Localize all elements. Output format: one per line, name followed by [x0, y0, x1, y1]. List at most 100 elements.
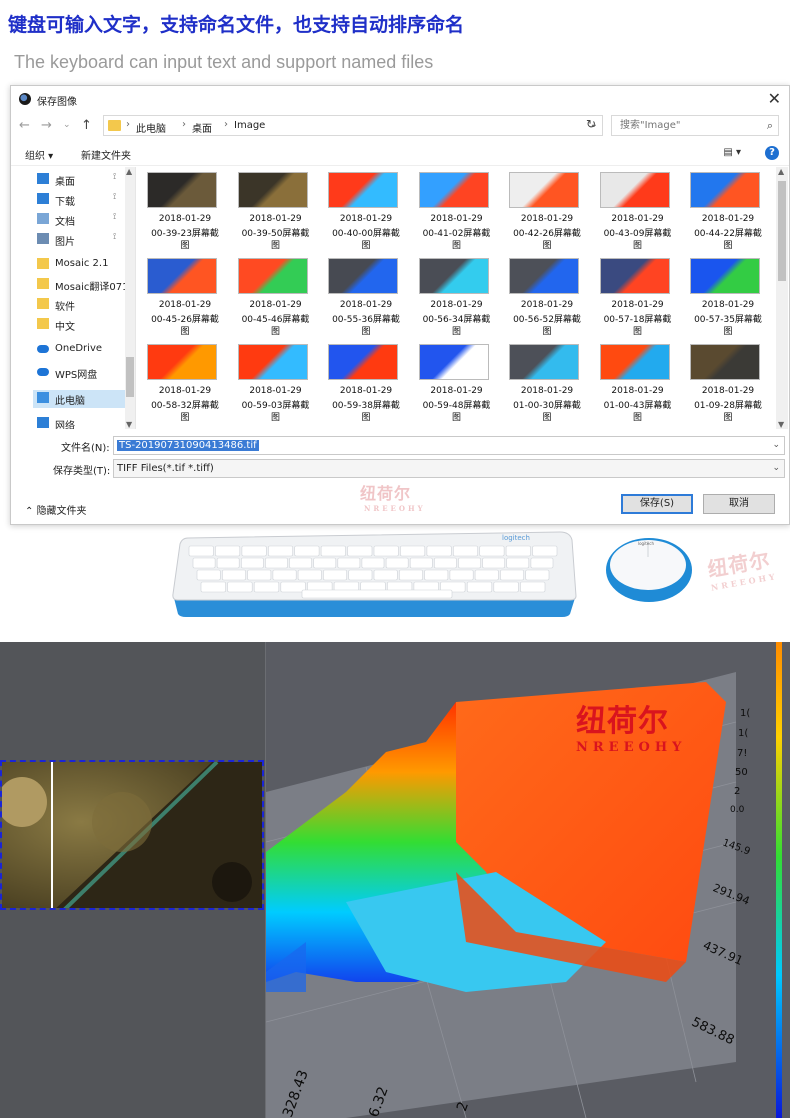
keyboard-key	[294, 545, 320, 557]
refresh-icon[interactable]: ↻	[586, 117, 596, 131]
history-chevron-icon[interactable]: ⌄	[63, 120, 71, 130]
sidebar-scroll-thumb[interactable]	[126, 357, 134, 397]
file-item[interactable]: 2018-01-29 00-45-26屏幕截图	[141, 256, 229, 342]
file-name-line: 图	[270, 241, 280, 251]
toolbar: 组织 ▾ 新建文件夹 ▤ ▾ ?	[11, 142, 789, 166]
breadcrumb-desktop[interactable]: 桌面	[192, 120, 212, 135]
keyboard-key	[399, 569, 423, 581]
filename-value[interactable]: TS-20190731090413486.tif	[117, 440, 259, 451]
chevron-down-icon[interactable]: ⌄	[772, 463, 780, 473]
microscope-image	[0, 760, 264, 910]
file-name-line: 图	[542, 327, 552, 337]
sidebar-item[interactable]: 软件	[33, 296, 133, 314]
organize-menu[interactable]: 组织 ▾	[25, 147, 53, 162]
new-folder-button[interactable]: 新建文件夹	[81, 147, 131, 162]
keyboard-key	[192, 557, 216, 569]
filetype-select[interactable]: TIFF Files(*.tif *.tiff) ⌄	[113, 459, 785, 478]
keyboard-key	[348, 569, 373, 581]
pin-icon[interactable]: ⟟	[113, 192, 116, 202]
file-item[interactable]: 2018-01-29 00-42-26屏幕截图	[503, 170, 591, 256]
file-item[interactable]: 2018-01-29 01-00-30屏幕截图	[503, 342, 591, 428]
breadcrumb-separator-icon: ›	[126, 119, 130, 130]
keyboard-key	[337, 557, 361, 569]
file-thumbnail	[147, 258, 217, 294]
keyboard-key	[409, 557, 433, 569]
sidebar-item[interactable]: 下载 ⟟	[33, 191, 133, 209]
search-input[interactable]	[612, 116, 752, 134]
file-item[interactable]: 2018-01-29 00-39-23屏幕截图	[141, 170, 229, 256]
keyboard-key	[506, 557, 530, 569]
sidebar-item[interactable]: Mosaic 2.1	[33, 256, 133, 274]
breadcrumb-this-pc[interactable]: 此电脑	[136, 120, 166, 135]
sidebar-item[interactable]: 网络	[33, 415, 133, 429]
file-item[interactable]: 2018-01-29 00-55-36屏幕截图	[322, 256, 410, 342]
hide-folders-toggle[interactable]: ⌃ 隐藏文件夹	[25, 502, 87, 517]
file-grid-scroll-thumb[interactable]	[778, 181, 786, 281]
close-icon[interactable]: ✕	[768, 89, 781, 108]
file-name-line: 图	[451, 413, 461, 423]
file-item[interactable]: 2018-01-29 00-58-32屏幕截图	[141, 342, 229, 428]
sidebar-item[interactable]: WPS网盘	[33, 364, 133, 382]
breadcrumb-image[interactable]: Image	[234, 120, 265, 131]
file-item[interactable]: 2018-01-29 00-44-22屏幕截图	[684, 170, 772, 256]
sidebar-item[interactable]: 此电脑	[33, 390, 133, 408]
scroll-up-icon[interactable]: ▲	[778, 167, 784, 176]
preview-panel	[0, 642, 266, 1118]
sidebar-scrollbar[interactable]: ▲ ▼	[125, 167, 135, 429]
file-item[interactable]: 2018-01-29 00-59-38屏幕截图	[322, 342, 410, 428]
file-item[interactable]: 2018-01-29 00-56-52屏幕截图	[503, 256, 591, 342]
file-item[interactable]: 2018-01-29 00-39-50屏幕截图	[232, 170, 320, 256]
keyboard-key	[216, 557, 240, 569]
network-icon	[37, 417, 49, 428]
file-item[interactable]: 2018-01-29 00-57-18屏幕截图	[594, 256, 682, 342]
folder-icon	[108, 120, 121, 131]
pin-icon[interactable]: ⟟	[113, 232, 116, 242]
scroll-up-icon[interactable]: ▲	[126, 167, 132, 176]
sidebar-item[interactable]: 文档 ⟟	[33, 211, 133, 229]
scroll-down-icon[interactable]: ▼	[126, 420, 132, 429]
file-item[interactable]: 2018-01-29 00-41-02屏幕截图	[413, 170, 501, 256]
search-icon[interactable]: ⌕	[767, 119, 773, 133]
file-item[interactable]: 2018-01-29 00-40-00屏幕截图	[322, 170, 410, 256]
file-item[interactable]: 2018-01-29 00-59-03屏幕截图	[232, 342, 320, 428]
cancel-button[interactable]: 取消	[703, 494, 775, 514]
filename-label: 文件名(N):	[61, 443, 110, 454]
view-options-icon[interactable]: ▤ ▾	[723, 147, 741, 158]
file-item[interactable]: 2018-01-29 00-57-35屏幕截图	[684, 256, 772, 342]
filename-field[interactable]: TS-20190731090413486.tif ⌄	[113, 436, 785, 455]
file-name-line: 图	[723, 241, 733, 251]
picture-icon	[37, 233, 49, 244]
file-item[interactable]: 2018-01-29 01-00-43屏幕截图	[594, 342, 682, 428]
help-icon[interactable]: ?	[765, 146, 779, 160]
file-name-line: 2018-01-29	[158, 386, 212, 396]
sidebar-item[interactable]: OneDrive	[33, 341, 133, 359]
up-arrow-icon[interactable]: ↑	[81, 118, 92, 133]
file-name-line: 图	[361, 413, 371, 423]
back-arrow-icon[interactable]: ←	[19, 118, 30, 133]
sidebar-item[interactable]: 桌面 ⟟	[33, 171, 133, 189]
file-thumbnail	[418, 258, 489, 294]
file-thumbnail	[147, 172, 217, 208]
pin-icon[interactable]: ⟟	[113, 172, 116, 182]
address-bar[interactable]: › 此电脑 › 桌面 › Image ⌄	[103, 115, 603, 136]
pin-icon[interactable]: ⟟	[113, 212, 116, 222]
filetype-row: 保存类型(T): TIFF Files(*.tif *.tiff) ⌄	[11, 459, 789, 479]
search-box[interactable]: ⌕	[611, 115, 779, 136]
sidebar-item[interactable]: 图片 ⟟	[33, 231, 133, 249]
filetype-value: TIFF Files(*.tif *.tiff)	[117, 463, 214, 474]
forward-arrow-icon[interactable]: →	[41, 118, 52, 133]
save-button[interactable]: 保存(S)	[621, 494, 693, 514]
file-name-line: 2018-01-29	[430, 214, 483, 224]
file-grid-scrollbar[interactable]: ▲ ▼	[776, 167, 788, 429]
file-item[interactable]: 2018-01-29 00-45-46屏幕截图	[232, 256, 320, 342]
file-item[interactable]: 2018-01-29 00-56-34屏幕截图	[413, 256, 501, 342]
chevron-down-icon[interactable]: ⌄	[772, 440, 780, 450]
file-item[interactable]: 2018-01-29 00-59-48屏幕截图	[413, 342, 501, 428]
sidebar-item[interactable]: Mosaic翻译071	[33, 276, 133, 294]
keyboard-key	[215, 545, 241, 557]
scroll-down-icon[interactable]: ▼	[778, 420, 784, 429]
sidebar-item-label: 图片	[55, 237, 75, 248]
sidebar-item[interactable]: 中文	[33, 316, 133, 334]
file-item[interactable]: 2018-01-29 00-43-09屏幕截图	[594, 170, 682, 256]
file-item[interactable]: 2018-01-29 01-09-28屏幕截图	[684, 342, 772, 428]
